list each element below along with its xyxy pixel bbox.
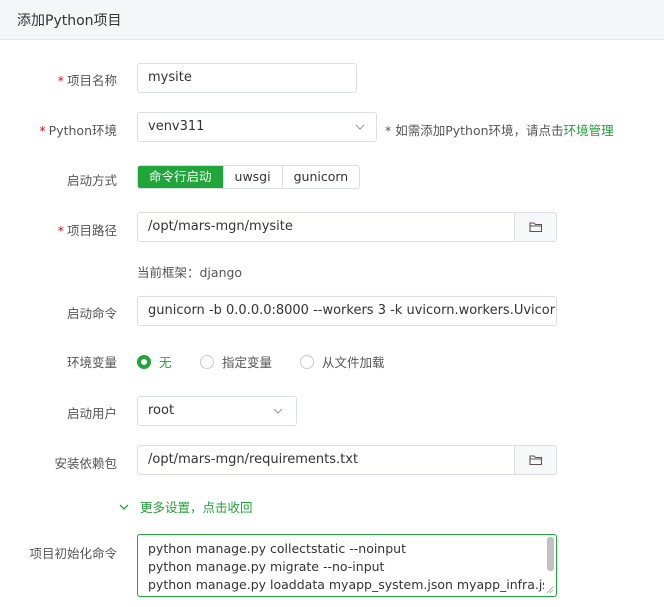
- env-vars-file-label: 从文件加载: [322, 355, 385, 370]
- install-deps-label: 安装依赖包: [54, 456, 117, 471]
- python-env-value: venv311: [148, 119, 205, 134]
- radio-unchecked-icon: [300, 354, 314, 369]
- init-command-line: python manage.py collectstatic --noinput: [148, 541, 406, 556]
- start-command-label: 启动命令: [66, 306, 117, 321]
- project-name-input[interactable]: mysite: [137, 63, 357, 93]
- init-command-line: python manage.py loaddata myapp_system.j…: [148, 577, 544, 592]
- more-settings-toggle[interactable]: 更多设置，点击收回: [118, 497, 253, 516]
- install-deps-value: /opt/mars-mgn/requirements.txt: [148, 452, 359, 467]
- start-mode-gunicorn-button[interactable]: gunicorn: [281, 166, 360, 188]
- init-command-textarea[interactable]: python manage.py collectstatic --noinput…: [137, 534, 557, 597]
- chevron-down-icon: [119, 504, 129, 510]
- start-mode-segmented: 命令行启动 uwsgi gunicorn: [137, 165, 361, 189]
- start-mode-label: 启动方式: [66, 173, 117, 188]
- framework-info: 当前框架：django: [137, 265, 243, 280]
- dialog-title: 添加Python项目: [17, 13, 122, 29]
- env-vars-none-label: 无: [159, 355, 172, 370]
- python-env-select[interactable]: venv311: [137, 112, 377, 142]
- python-env-label-text: Python环境: [48, 123, 117, 138]
- env-vars-specify-label: 指定变量: [222, 355, 273, 370]
- required-mark: *: [39, 123, 46, 138]
- run-user-select[interactable]: root: [137, 396, 297, 426]
- chevron-down-icon: [355, 124, 365, 130]
- more-settings-label: 更多设置，点击收回: [140, 500, 253, 515]
- env-vars-file-radio[interactable]: 从文件加载: [300, 352, 385, 371]
- start-command-value: gunicorn -b 0.0.0.0:8000 --workers 3 -k …: [148, 303, 556, 318]
- python-env-label: * Python环境: [39, 120, 117, 139]
- textarea-scrollbar[interactable]: [547, 537, 554, 571]
- project-name-label: * 项目名称: [58, 70, 117, 89]
- start-mode-uwsgi-button[interactable]: uwsgi: [222, 166, 282, 188]
- init-command-label: 项目初始化命令: [29, 546, 117, 561]
- folder-icon: [528, 222, 542, 233]
- resize-handle-icon[interactable]: [546, 586, 554, 594]
- install-deps-browse-button[interactable]: [514, 446, 556, 474]
- radio-unchecked-icon: [200, 354, 214, 369]
- start-command-input[interactable]: gunicorn -b 0.0.0.0:8000 --workers 3 -k …: [137, 296, 557, 326]
- run-user-label: 启动用户: [66, 406, 117, 421]
- dialog-header: 添加Python项目: [0, 0, 664, 40]
- start-mode-cli-button[interactable]: 命令行启动: [138, 166, 223, 188]
- project-name-label-text: 项目名称: [66, 73, 117, 88]
- project-path-label: * 项目路径: [58, 220, 117, 239]
- project-path-browse-button[interactable]: [514, 213, 556, 241]
- required-mark: *: [57, 223, 64, 238]
- project-name-value: mysite: [148, 70, 192, 85]
- required-mark: *: [57, 73, 64, 88]
- project-path-label-text: 项目路径: [66, 223, 117, 238]
- radio-checked-icon: [137, 354, 151, 369]
- env-vars-label: 环境变量: [66, 355, 117, 370]
- chevron-down-icon: [273, 408, 283, 414]
- project-path-value: /opt/mars-mgn/mysite: [148, 219, 293, 234]
- python-env-hint-text: * 如需添加Python环境，请点击: [385, 123, 564, 138]
- env-vars-specify-radio[interactable]: 指定变量: [200, 352, 272, 371]
- init-command-line: python manage.py migrate --no-input: [148, 559, 385, 574]
- project-path-input[interactable]: /opt/mars-mgn/mysite: [137, 212, 557, 242]
- python-env-hint: * 如需添加Python环境，请点击环境管理: [385, 120, 614, 139]
- env-vars-none-radio[interactable]: 无: [137, 352, 172, 371]
- run-user-value: root: [148, 403, 175, 418]
- env-manage-link[interactable]: 环境管理: [564, 123, 614, 138]
- install-deps-input[interactable]: /opt/mars-mgn/requirements.txt: [137, 445, 557, 475]
- folder-icon: [528, 455, 542, 466]
